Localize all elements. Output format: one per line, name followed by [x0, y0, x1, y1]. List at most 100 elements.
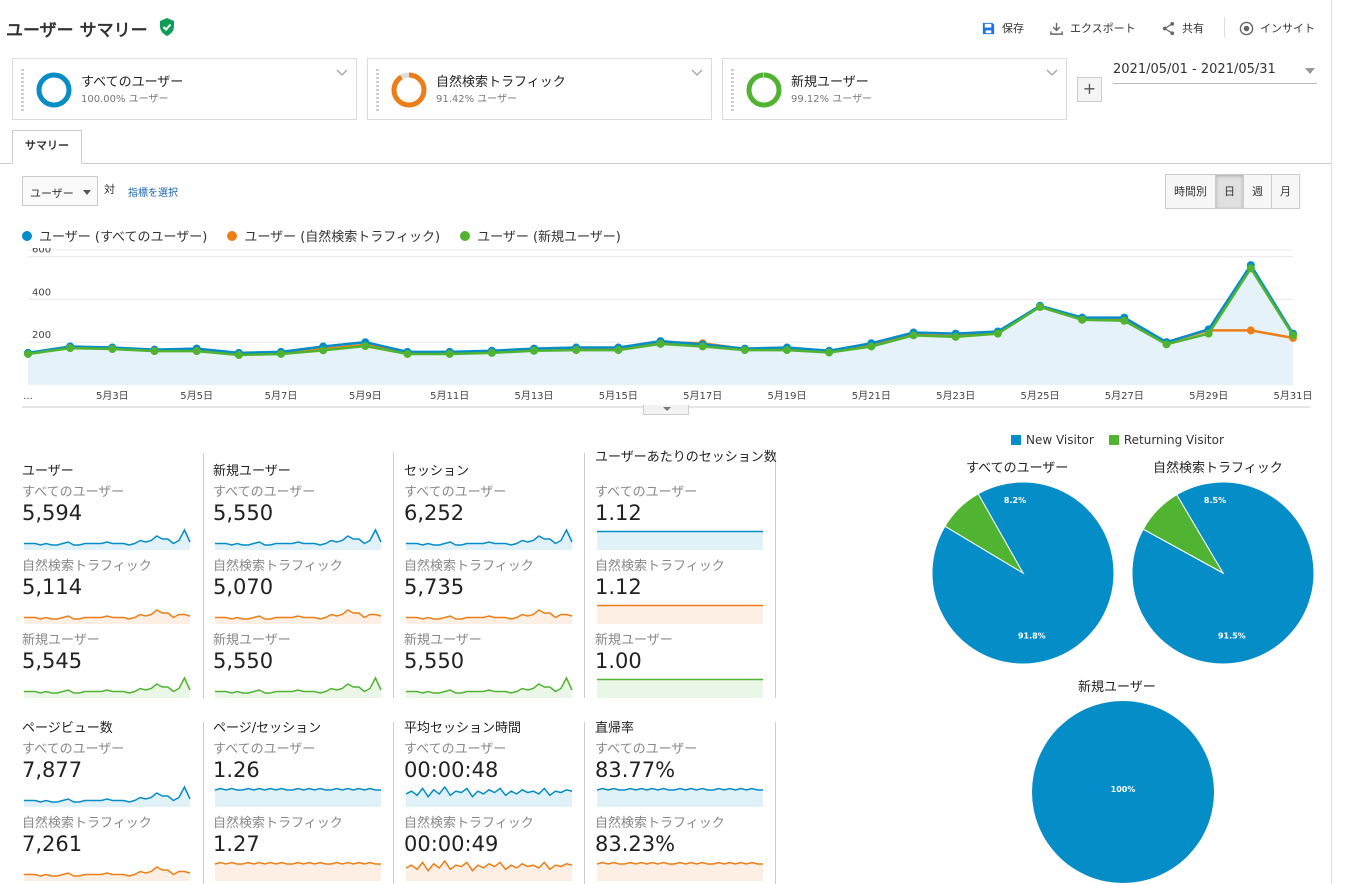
metric-segment-label: すべてのユーザー: [404, 485, 507, 500]
metric-value: 5,550: [213, 649, 274, 673]
tab-summary[interactable]: サマリー: [12, 130, 82, 164]
legend-dot: [460, 230, 471, 241]
data-point: [1120, 316, 1129, 325]
drag-handle[interactable]: [376, 69, 379, 111]
sparkline: [406, 528, 573, 550]
metric-value: 1.12: [595, 501, 642, 525]
data-point: [1204, 329, 1213, 338]
metric-title: 平均セッション時間: [404, 721, 522, 736]
metric-segment-label: 自然検索トラフィック: [213, 559, 343, 574]
y-tick-label: 400: [32, 287, 51, 298]
metric-value: 5,545: [22, 649, 83, 673]
segment-card-new-users[interactable]: 新規ユーザー 99.12% ユーザー: [722, 58, 1067, 120]
data-point: [614, 346, 623, 355]
share-icon: [1162, 21, 1175, 35]
pie-chart-new-users: 100%: [1032, 701, 1214, 883]
sparkline: [597, 678, 763, 698]
x-tick-label: 5月31日: [1273, 390, 1312, 402]
metric-block: セッション すべてのユーザー 6,252 自然検索トラフィック 5,735 新規ユーザー 5…: [404, 451, 595, 698]
metric-block: 直帰率 すべてのユーザー 83.77% 自然検索トラフィック 83.23%: [595, 722, 786, 881]
select-metric-link[interactable]: 指標を選択: [128, 184, 178, 199]
insights-button[interactable]: インサイト: [1239, 19, 1315, 37]
metric-value: 5,114: [22, 575, 83, 599]
metric-block: ページビュー数 すべてのユーザー 7,877 自然検索トラフィック 7,261: [22, 722, 213, 881]
legend-item[interactable]: Returning Visitor: [1108, 433, 1224, 447]
metric-segment-label: 自然検索トラフィック: [213, 816, 343, 831]
main-line-chart: 200 400 600... 5月3日 5月5日 5月7日 5月9日 5月11日 5月13日 5月…: [22, 248, 1313, 408]
segment-name: 自然検索トラフィック: [436, 75, 566, 90]
legend-item[interactable]: New Visitor: [1011, 433, 1094, 447]
sparkline-area: [406, 610, 572, 624]
sparkline-area: [597, 788, 763, 807]
data-point: [445, 349, 454, 358]
sparkline: [214, 787, 381, 807]
add-segment-button[interactable]: +: [1077, 77, 1102, 102]
legend-item[interactable]: ユーザー (新規ユーザー): [460, 226, 621, 245]
export-button[interactable]: エクスポート: [1049, 19, 1136, 37]
metric-segment-label: 自然検索トラフィック: [404, 816, 534, 831]
sparkline: [405, 785, 573, 807]
metric-segment-label: すべてのユーザー: [213, 485, 316, 500]
sparkline-area: [24, 610, 190, 624]
series-area: [28, 265, 1293, 385]
legend-label: ユーザー (すべてのユーザー): [39, 230, 208, 245]
legend-label: Returning Visitor: [1123, 433, 1224, 447]
date-range-picker[interactable]: 2021/05/01 - 2021/05/31: [1113, 62, 1317, 84]
sparkline-area: [215, 610, 381, 624]
export-label: エクスポート: [1070, 22, 1136, 35]
sparkline: [215, 609, 382, 624]
metric-value: 1.00: [595, 649, 642, 673]
y-tick-label: 200: [32, 330, 51, 341]
x-tick-label: 5月11日: [430, 390, 469, 402]
save-button[interactable]: 保存: [981, 19, 1024, 37]
segment-percent: 100.00% ユーザー: [81, 94, 169, 105]
period-month-button[interactable]: 月: [1271, 175, 1299, 208]
x-tick-label: 5月7日: [265, 390, 298, 402]
period-hourly-button[interactable]: 時間別: [1166, 175, 1215, 208]
sparkline: [24, 676, 191, 698]
segment-card-organic[interactable]: 自然検索トラフィック 91.42% ユーザー: [367, 58, 712, 120]
y-tick-label: 600: [32, 248, 51, 256]
legend-item[interactable]: ユーザー (すべてのユーザー): [22, 226, 207, 245]
metric-select-value: ユーザー: [30, 187, 74, 200]
pie-chart-organic: 91.5% 8.5%: [1131, 481, 1315, 665]
pie-chart-all-users: 91.8% 8.2%: [931, 481, 1115, 665]
drag-handle[interactable]: [731, 69, 734, 111]
data-point: [698, 342, 707, 351]
x-tick-label: 5月13日: [514, 390, 553, 402]
pie-title: すべてのユーザー: [966, 461, 1069, 476]
data-point: [783, 346, 791, 355]
data-point: [24, 349, 32, 358]
collapse-chart-button[interactable]: [643, 405, 689, 415]
data-point: [1162, 340, 1171, 349]
period-day-button[interactable]: 日: [1215, 175, 1243, 208]
period-week-button[interactable]: 週: [1243, 175, 1271, 208]
metric-value: 5,735: [404, 575, 465, 599]
segment-card-all-users[interactable]: すべてのユーザー 100.00% ユーザー: [12, 58, 357, 120]
pie-slice-label: 91.5%: [1218, 632, 1246, 641]
metric-segment-label: 自然検索トラフィック: [595, 816, 725, 831]
save-icon: [982, 22, 995, 34]
chevron-down-icon[interactable]: [691, 68, 703, 78]
chevron-down-icon[interactable]: [336, 68, 348, 78]
legend-item[interactable]: ユーザー (自然検索トラフィック): [227, 226, 440, 245]
segment-ring-icon: [746, 72, 782, 108]
page-title: ユーザー サマリー: [6, 21, 148, 41]
pie-title: 新規ユーザー: [1078, 680, 1156, 695]
tab-baseline: [0, 163, 1331, 164]
dropdown-arrow-icon: [83, 190, 91, 195]
sparkline: [24, 785, 191, 807]
sparkline-area: [597, 531, 763, 550]
verified-shield-icon: [160, 18, 174, 36]
metric-segment-label: 新規ユーザー: [213, 633, 291, 648]
share-button[interactable]: 共有: [1161, 19, 1204, 37]
metric-title: 新規ユーザー: [213, 464, 291, 479]
metric-segment-label: 新規ユーザー: [404, 633, 482, 648]
data-point: [656, 339, 665, 348]
metric-title: 直帰率: [595, 721, 635, 736]
drag-handle[interactable]: [21, 69, 24, 111]
chevron-down-icon[interactable]: [1046, 68, 1058, 78]
legend-label: ユーザー (新規ユーザー): [477, 230, 621, 245]
sparkline-area: [24, 867, 190, 881]
metric-select[interactable]: ユーザー: [22, 176, 98, 206]
